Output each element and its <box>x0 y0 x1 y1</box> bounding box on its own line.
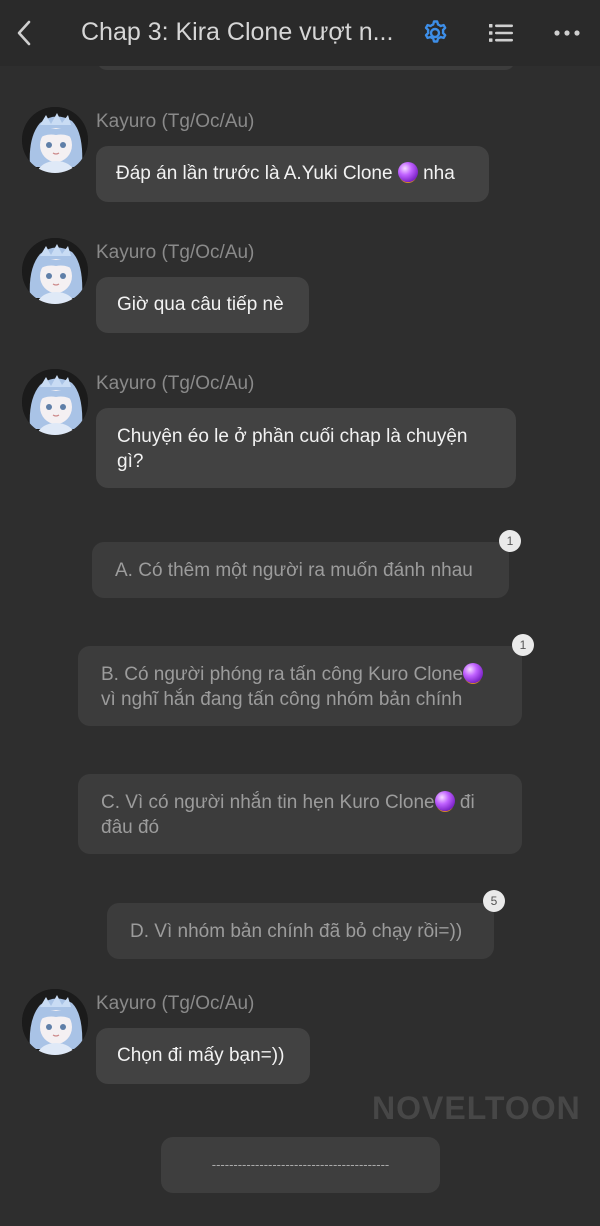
author-name: Kayuro (Tg/Oc/Au) <box>96 993 255 1014</box>
author-avatar[interactable] <box>22 989 88 1055</box>
crystal-ball-icon <box>434 791 455 811</box>
gear-icon[interactable] <box>420 18 450 48</box>
option-vote-count: 1 <box>499 530 521 552</box>
option-vote-count: 5 <box>483 890 505 912</box>
author-avatar[interactable] <box>22 369 88 435</box>
poll-option-text: B. Có người phóng ra tấn công Kuro Clone <box>101 664 464 685</box>
poll-option-text: D. Vì nhóm bản chính đã bỏ chạy rồi=)) <box>130 921 463 942</box>
list-icon[interactable] <box>486 18 516 48</box>
message-bubble: Đáp án lần trước là A.Yuki Clone nha <box>96 146 489 202</box>
author-avatar[interactable] <box>22 107 88 173</box>
poll-option-c[interactable]: C. Vì có người nhắn tin hẹn Kuro Clone đ… <box>78 774 522 854</box>
poll-option-text: A. Có thêm một người ra muốn đánh nhau <box>115 560 473 581</box>
message-text: Giờ qua câu tiếp nè <box>117 294 284 315</box>
option-vote-count: 1 <box>512 634 534 656</box>
poll-option-text-suffix: vì nghĩ hắn đang tấn công nhóm bản chính <box>101 689 463 710</box>
poll-option-b[interactable]: B. Có người phóng ra tấn công Kuro Clone… <box>78 646 522 726</box>
more-icon[interactable] <box>552 20 582 46</box>
message-bubble: Giờ qua câu tiếp nè <box>96 277 309 333</box>
poll-option-d[interactable]: D. Vì nhóm bản chính đã bỏ chạy rồi=)) <box>107 903 494 959</box>
crystal-ball-icon <box>463 663 484 683</box>
chapter-end-divider: ----------------------------------------… <box>161 1137 440 1193</box>
back-chevron-left-icon[interactable] <box>14 18 36 48</box>
message-text: Chuyện éo le ở phần cuối chap là chuyện … <box>117 426 468 472</box>
poll-option-text: C. Vì có người nhắn tin hẹn Kuro Clone <box>101 792 435 813</box>
message-text: Đáp án lần trước là A.Yuki Clone <box>116 163 398 184</box>
noveltoon-watermark: NOVELTOON <box>372 1090 581 1126</box>
chapter-title: Chap 3: Kira Clone vượt n... <box>81 18 394 46</box>
author-name: Kayuro (Tg/Oc/Au) <box>96 111 255 132</box>
poll-option-a[interactable]: A. Có thêm một người ra muốn đánh nhau <box>92 542 509 598</box>
crystal-ball-icon <box>397 162 418 182</box>
author-name: Kayuro (Tg/Oc/Au) <box>96 242 255 263</box>
top-bar: Chap 3: Kira Clone vượt n... <box>0 0 600 66</box>
author-avatar[interactable] <box>22 238 88 304</box>
message-bubble: Chuyện éo le ở phần cuối chap là chuyện … <box>96 408 516 488</box>
message-text: Chọn đi mấy bạn=)) <box>117 1045 285 1066</box>
message-bubble: Chọn đi mấy bạn=)) <box>96 1028 310 1084</box>
author-name: Kayuro (Tg/Oc/Au) <box>96 373 255 394</box>
message-text-suffix: nha <box>417 163 455 184</box>
